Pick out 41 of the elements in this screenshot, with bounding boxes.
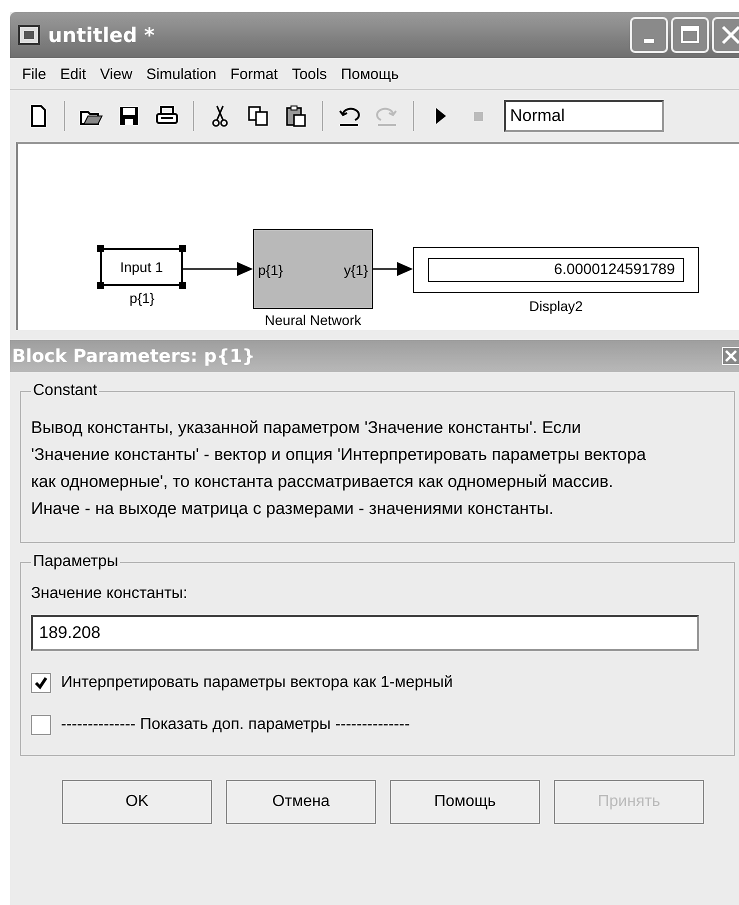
block-label: Display2 <box>529 298 583 314</box>
menu-item[interactable]: File <box>22 66 46 83</box>
connector-arrow <box>183 259 253 279</box>
description-text: Вывод константы, указанной параметром 'Значение константы'. Если 'Значение константы' - вектор и опция 'Интерпретировать параметры вектора как одномерные', то константа рассматривается как одномерный массив. Иначе - на выходе матрица с размерами - значениями константы. <box>31 417 646 520</box>
dialog-button[interactable]: OK <box>62 780 212 824</box>
checkbox-label: -------------- Показать доп. параметры -------------- <box>61 716 410 734</box>
window-title: untitled * <box>48 23 155 47</box>
close-icon <box>725 350 737 362</box>
model-icon <box>18 25 40 45</box>
dialog-button[interactable]: Отмена <box>226 780 376 824</box>
close-button[interactable] <box>712 17 739 53</box>
group-legend: Constant <box>31 382 100 400</box>
menu-item[interactable]: Edit <box>60 66 86 83</box>
connector-arrow <box>373 259 413 279</box>
port-label: p{1} <box>258 262 283 278</box>
checkbox[interactable] <box>31 715 51 735</box>
maximize-button[interactable] <box>671 17 709 53</box>
menu-item[interactable]: View <box>100 66 132 83</box>
menu-item[interactable]: Format <box>230 66 278 83</box>
group-legend: Параметры <box>31 553 120 571</box>
dialog-button[interactable]: Помощь <box>390 780 540 824</box>
dialog-title: Block Parameters: p{1} <box>12 346 255 366</box>
menu-item[interactable]: Simulation <box>146 66 216 83</box>
menu-item[interactable]: Tools <box>292 66 327 83</box>
minimize-button[interactable] <box>630 17 668 53</box>
input-block[interactable]: Input 1 <box>100 248 183 286</box>
constant-value-field[interactable]: 189.208 <box>31 615 699 651</box>
minimize-icon <box>644 39 654 43</box>
display-block[interactable]: 6.0000124591789 <box>413 247 699 293</box>
block-label: Neural Network <box>264 312 362 328</box>
checkbox[interactable] <box>31 673 51 693</box>
port-label: y{1} <box>344 262 368 278</box>
neural-network-block[interactable]: p{1} y{1} <box>253 229 373 309</box>
display-value: 6.0000124591789 <box>428 258 684 282</box>
menu-item[interactable]: Помощь <box>340 66 399 83</box>
field-label: Значение константы: <box>31 585 188 603</box>
simulation-mode-field[interactable]: Normal <box>504 100 664 132</box>
close-icon <box>721 25 739 45</box>
maximize-icon <box>680 25 700 45</box>
block-label: p{1} <box>130 290 154 306</box>
checkbox-label: Интерпретировать параметры вектора как 1-мерный <box>61 674 453 692</box>
